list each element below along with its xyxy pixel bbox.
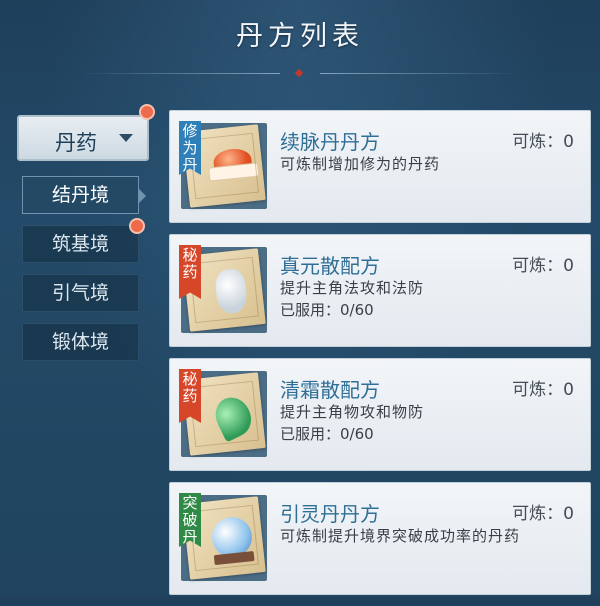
green-gourd-icon bbox=[209, 391, 258, 443]
notification-dot-icon bbox=[139, 104, 155, 120]
recipe-name: 引灵丹丹方 bbox=[280, 502, 380, 526]
craftable-count: 可炼：0 bbox=[512, 132, 574, 152]
recipe-description: 提升主角物攻和物防 bbox=[280, 403, 425, 421]
chevron-down-icon bbox=[119, 134, 133, 142]
consumed-count: 已服用：0/60 bbox=[280, 301, 374, 319]
side-nav-item-yinqi[interactable]: 引气境 bbox=[22, 274, 139, 312]
side-nav-item-duanti[interactable]: 锻体境 bbox=[22, 323, 139, 361]
divider-line-right bbox=[320, 73, 520, 74]
active-pointer-icon bbox=[139, 189, 146, 203]
category-dropdown[interactable]: 丹药 bbox=[17, 115, 149, 161]
recipe-description: 可炼制提升境界突破成功率的丹药 bbox=[280, 527, 521, 545]
side-nav-label: 筑基境 bbox=[51, 233, 109, 255]
craftable-count: 可炼：0 bbox=[512, 504, 574, 524]
recipe-name: 清霜散配方 bbox=[280, 378, 380, 402]
recipe-type-badge: 修为丹 bbox=[179, 121, 201, 175]
divider-line-left bbox=[80, 73, 280, 74]
page-title: 丹方列表 bbox=[236, 21, 364, 52]
recipe-name: 真元散配方 bbox=[280, 254, 380, 278]
divider-ornament bbox=[294, 68, 304, 78]
craftable-count: 可炼：0 bbox=[512, 380, 574, 400]
recipe-type-badge: 秘药 bbox=[179, 245, 201, 299]
recipe-list: 修为丹 续脉丹丹方 可炼：0 可炼制增加修为的丹药 秘药 真元散配方 可炼：0 … bbox=[169, 110, 591, 606]
recipe-type-badge: 秘药 bbox=[179, 369, 201, 423]
recipe-card[interactable]: 秘药 真元散配方 可炼：0 提升主角法攻和法防 已服用：0/60 bbox=[169, 234, 591, 347]
title-divider bbox=[80, 68, 520, 78]
recipe-card[interactable]: 秘药 清霜散配方 可炼：0 提升主角物攻和物防 已服用：0/60 bbox=[169, 358, 591, 471]
recipe-type-badge: 突破丹 bbox=[179, 493, 201, 547]
recipe-name: 续脉丹丹方 bbox=[280, 130, 380, 154]
side-nav-label: 结丹境 bbox=[51, 184, 109, 206]
white-gourd-icon bbox=[213, 267, 249, 315]
notification-dot-icon bbox=[129, 218, 145, 234]
category-dropdown-label: 丹药 bbox=[55, 131, 97, 155]
realm-side-nav: 结丹境 筑基境 引气境 锻体境 bbox=[22, 176, 147, 372]
recipe-card[interactable]: 突破丹 引灵丹丹方 可炼：0 可炼制提升境界突破成功率的丹药 bbox=[169, 482, 591, 595]
consumed-count: 已服用：0/60 bbox=[280, 425, 374, 443]
craftable-count: 可炼：0 bbox=[512, 256, 574, 276]
side-nav-label: 引气境 bbox=[51, 282, 109, 304]
side-nav-item-zhuji[interactable]: 筑基境 bbox=[22, 225, 139, 263]
side-nav-item-jiedan[interactable]: 结丹境 bbox=[22, 176, 146, 214]
blue-orb-icon bbox=[209, 515, 254, 560]
recipe-description: 提升主角法攻和法防 bbox=[280, 279, 425, 297]
recipe-description: 可炼制增加修为的丹药 bbox=[280, 155, 441, 173]
side-nav-label: 锻体境 bbox=[51, 331, 109, 353]
red-pill-icon bbox=[212, 147, 253, 176]
recipe-card[interactable]: 修为丹 续脉丹丹方 可炼：0 可炼制增加修为的丹药 bbox=[169, 110, 591, 223]
